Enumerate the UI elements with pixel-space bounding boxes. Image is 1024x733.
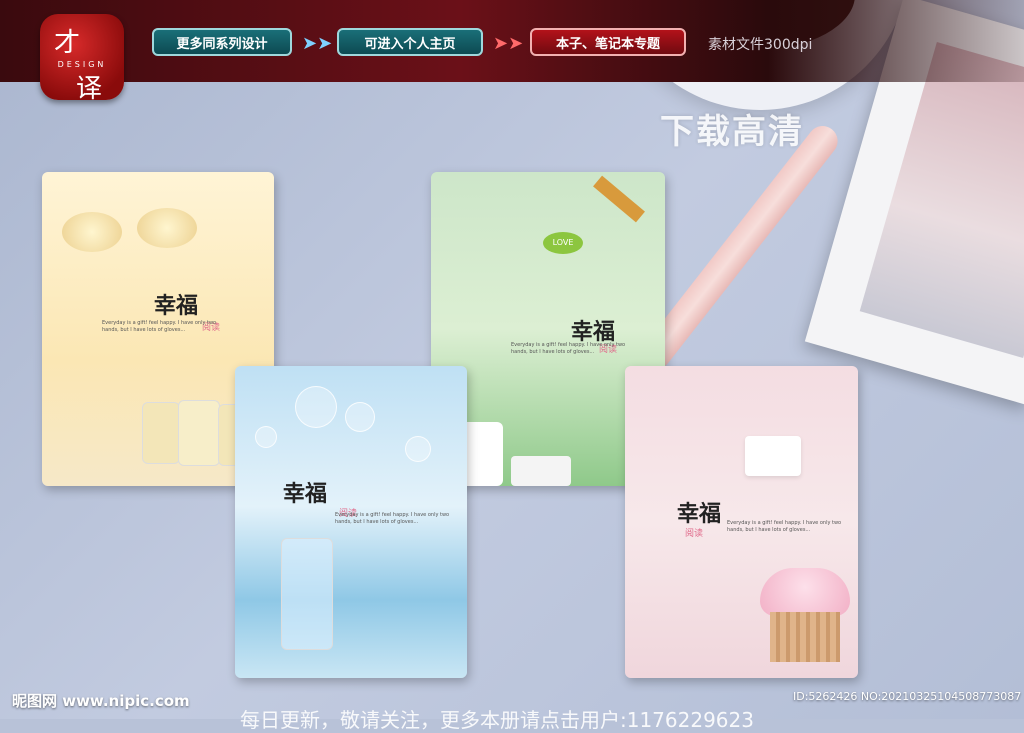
bubble <box>255 426 277 448</box>
crown-decoration <box>137 208 197 248</box>
pudding-jar <box>142 402 180 464</box>
bubble <box>405 436 431 462</box>
logo-char-top: 才 <box>54 28 81 58</box>
logo-char-bottom: 译 <box>76 74 103 104</box>
gift-box <box>745 436 801 476</box>
cover-tagline: Everyday is a gift! feel happy. I have o… <box>511 342 626 355</box>
personal-page-button[interactable]: 可进入个人主页 <box>337 28 483 56</box>
clothespin-icon <box>593 175 645 223</box>
bubble <box>295 386 337 428</box>
arrow-icon: ➤➤ <box>493 33 524 54</box>
cover-title: 幸福 <box>283 481 328 507</box>
resolution-label: 素材文件300dpi <box>708 37 813 53</box>
pudding-jar <box>178 400 220 466</box>
logo[interactable]: 才 DESIGN 译 <box>40 14 124 104</box>
cover-title: 幸福 <box>677 501 722 527</box>
love-leaf-badge: LOVE <box>543 232 583 254</box>
cupcake <box>760 568 850 664</box>
cover-title: 幸福 <box>154 293 199 319</box>
image-id: ID:5262426 NO:20210325104508773087 <box>793 690 1022 703</box>
crown-decoration <box>62 212 122 252</box>
notebook-topic-button[interactable]: 本子、笔记本专题 <box>530 28 686 56</box>
hd-download-watermark: 下载高清 <box>660 112 804 152</box>
notebook-cover-blue[interactable]: 幸福 阅读 Everyday is a gift! feel happy. I … <box>235 366 467 678</box>
cover-subtitle: 阅读 <box>685 529 704 539</box>
cover-tagline: Everyday is a gift! feel happy. I have o… <box>102 320 217 333</box>
plant-pot <box>511 456 571 486</box>
site-watermark: 昵图网 www.nipic.com <box>12 692 190 710</box>
more-series-button[interactable]: 更多同系列设计 <box>152 28 292 56</box>
cupcake-base <box>770 612 840 662</box>
cover-tagline: Everyday is a gift! feel happy. I have o… <box>727 520 842 533</box>
cupcake-cream <box>760 568 850 616</box>
cover-tagline: Everyday is a gift! feel happy. I have o… <box>335 512 450 525</box>
bubble <box>345 402 375 432</box>
arrow-icon: ➤➤ <box>302 33 333 54</box>
fish-jar <box>281 538 333 650</box>
